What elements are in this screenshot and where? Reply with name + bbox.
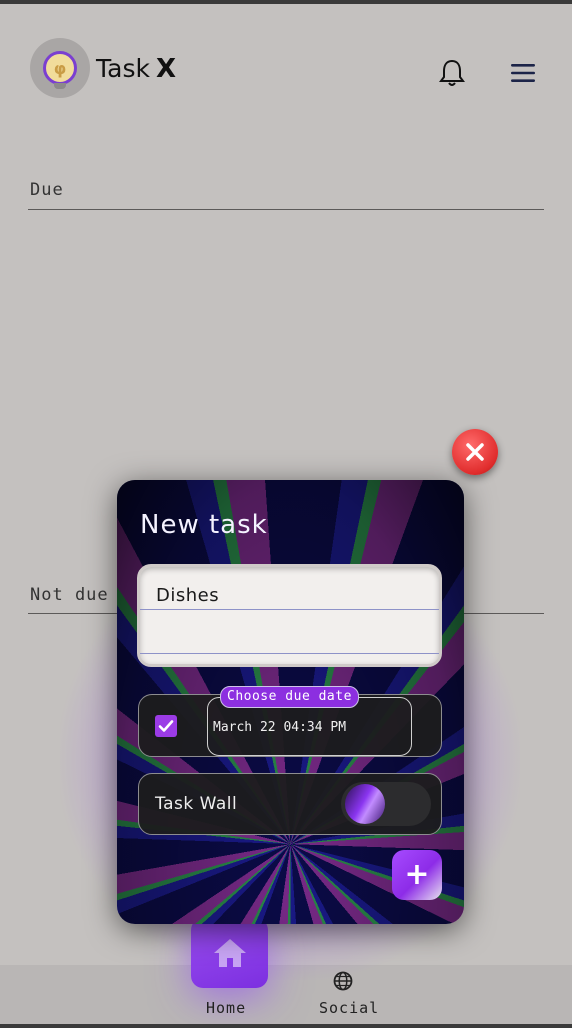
close-icon <box>466 443 484 461</box>
toggle-knob[interactable] <box>345 784 385 824</box>
bottom-edge <box>0 1024 572 1028</box>
modal-title: New task <box>140 510 268 540</box>
app-name: Task X <box>96 54 176 84</box>
app-logo: φ <box>30 38 90 98</box>
input-rule <box>140 609 439 610</box>
task-wall-toggle[interactable] <box>341 782 431 826</box>
task-name-value[interactable]: Dishes <box>156 585 219 606</box>
input-rule <box>140 653 439 654</box>
globe-icon[interactable] <box>333 971 353 991</box>
top-edge <box>0 0 572 4</box>
add-task-button[interactable]: + <box>392 850 442 900</box>
task-wall-row: Task Wall <box>138 773 442 835</box>
task-name-input[interactable]: Dishes <box>137 564 442 667</box>
close-modal-button[interactable] <box>452 429 498 475</box>
choose-due-date-label: Choose due date <box>220 686 359 708</box>
lightbulb-icon: φ <box>43 51 77 85</box>
task-wall-label: Task Wall <box>155 794 238 814</box>
due-date-checkbox[interactable] <box>155 715 177 737</box>
hamburger-menu-icon[interactable] <box>510 62 536 84</box>
checkmark-icon <box>158 720 174 732</box>
due-divider <box>28 209 544 210</box>
app-name-task: Task <box>96 54 150 83</box>
home-icon <box>213 939 246 967</box>
bell-icon[interactable] <box>438 58 466 88</box>
nav-home-button[interactable] <box>191 918 268 988</box>
lightbulb-base <box>54 83 66 89</box>
new-task-modal: New task Dishes March 22 04:34 PM Choose… <box>117 480 464 924</box>
nav-home-label[interactable]: Home <box>206 999 246 1017</box>
due-date-value[interactable]: March 22 04:34 PM <box>213 720 346 735</box>
nav-social-label[interactable]: Social <box>319 999 379 1017</box>
due-section-label: Due <box>30 180 64 200</box>
app-name-x: X <box>155 54 177 84</box>
